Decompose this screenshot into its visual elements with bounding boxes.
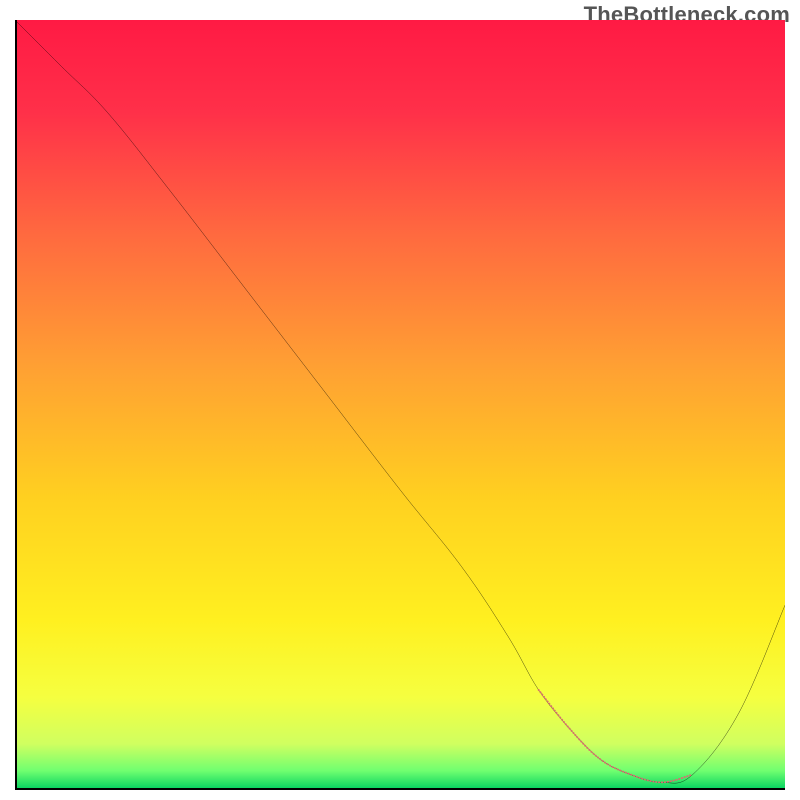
curve-layer	[15, 20, 785, 790]
bottleneck-curve	[15, 20, 785, 783]
chart-root: TheBottleneck.com	[0, 0, 800, 800]
highlight-segment	[539, 690, 693, 782]
plot-area	[15, 20, 785, 790]
